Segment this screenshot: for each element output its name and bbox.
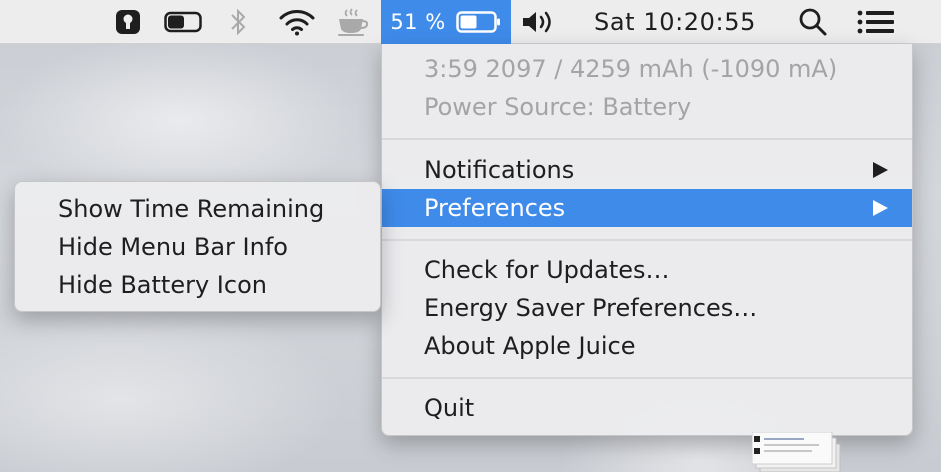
menu-item-label: Quit [424,394,475,422]
wifi-icon[interactable] [274,0,320,44]
menu-item-label: Notifications [424,156,575,184]
menu-separator [382,377,912,379]
search-icon[interactable] [793,0,833,44]
menu-separator [382,239,912,241]
menu-item-preferences[interactable]: Preferences [382,189,912,227]
menu-item-label: About Apple Juice [424,332,636,360]
menu-item-label: Preferences [424,194,566,222]
list-icon[interactable] [852,0,900,44]
desktop-file-thumbnail[interactable] [751,431,844,472]
power-source-line: Power Source: Battery [424,93,692,121]
submenu-item-hide-battery-icon[interactable]: Hide Battery Icon [15,266,380,304]
battery-icon [455,10,502,34]
keyhole-icon[interactable] [108,0,148,44]
toggle-icon[interactable] [160,0,206,44]
volume-icon[interactable] [518,0,558,44]
submenu-item-show-time-remaining[interactable]: Show Time Remaining [15,190,380,228]
submenu-item-hide-menu-bar-info[interactable]: Hide Menu Bar Info [15,228,380,266]
menu-item-about-apple-juice[interactable]: About Apple Juice [382,327,912,365]
submenu-arrow-icon [873,162,888,178]
menu-item-quit[interactable]: Quit [382,389,912,427]
submenu-arrow-icon [873,200,888,216]
coffee-cup-icon[interactable] [332,0,374,44]
menu-separator [382,138,912,140]
menu-item-check-for-updates[interactable]: Check for Updates… [382,251,912,289]
battery-info-line: 3:59 2097 / 4259 mAh (-1090 mA) [424,55,838,83]
menu-item-label: Energy Saver Preferences… [424,294,758,322]
menu-item-notifications[interactable]: Notifications [382,151,912,189]
battery-fill [460,15,477,29]
battery-percent-label: 51 % [390,10,446,34]
menu-item-label: Check for Updates… [424,256,670,284]
clock[interactable]: Sat 10:20:55 [580,0,770,44]
bluetooth-icon[interactable] [222,0,254,44]
menu-bar: 51 % Sat 10:20:55 [0,0,941,44]
menu-item-energy-saver-preferences[interactable]: Energy Saver Preferences… [382,289,912,327]
battery-menu: 3:59 2097 / 4259 mAh (-1090 mA) Power So… [381,44,913,436]
preferences-submenu: Show Time Remaining Hide Menu Bar Info H… [14,181,381,312]
battery-status-item[interactable]: 51 % [381,0,511,44]
